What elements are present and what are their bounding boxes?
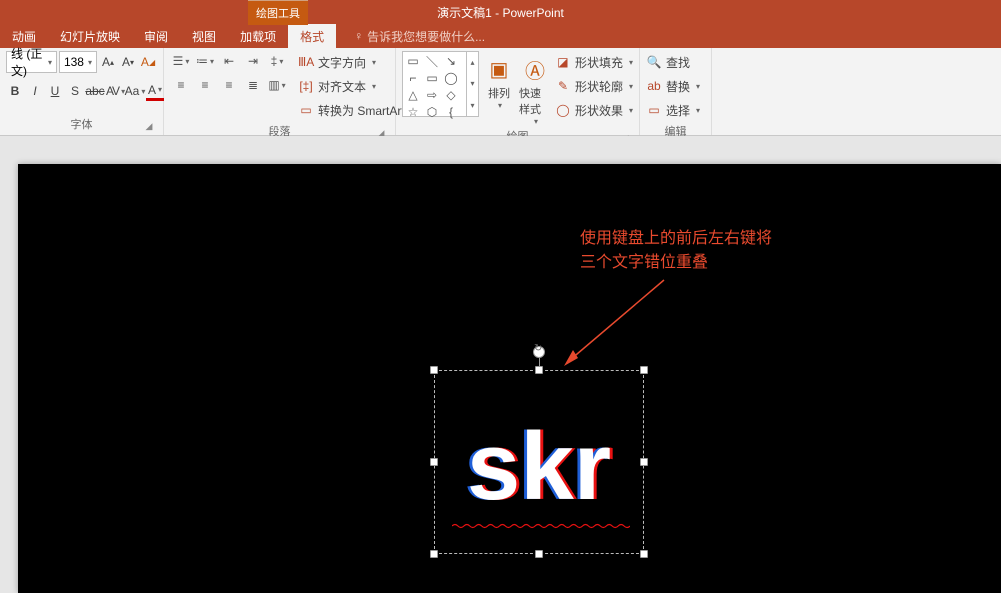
tab-review[interactable]: 审阅: [132, 23, 180, 50]
slide-canvas[interactable]: 使用键盘上的前后左右键将 三个文字错位重叠 ↻ skr skr: [18, 164, 1001, 593]
shape-arrow-icon[interactable]: ↘: [443, 54, 459, 68]
shape-connector-icon[interactable]: ⌐: [405, 71, 421, 85]
align-text-icon: [‡]: [298, 79, 314, 93]
shape-oval-icon[interactable]: ◯: [443, 71, 459, 85]
line-spacing-button[interactable]: ‡▾: [266, 51, 288, 71]
select-icon: ▭: [646, 103, 662, 117]
replace-button[interactable]: ab替换▾: [646, 75, 700, 97]
justify-button[interactable]: ≣: [242, 75, 264, 95]
tab-view[interactable]: 视图: [180, 23, 228, 50]
shadow-button[interactable]: S: [66, 81, 84, 101]
grow-font-button[interactable]: A▴: [99, 52, 117, 72]
font-color-button[interactable]: A▾: [146, 81, 164, 101]
selected-textbox[interactable]: ↻ skr skr skr: [434, 370, 644, 554]
group-font: 线 (正文)▾ 138▾ A▴ A▾ A◢ B I U S abc AV▾ Aa…: [0, 48, 164, 135]
shape-brace-icon[interactable]: {: [443, 105, 459, 119]
text-direction-icon: ⅢA: [298, 55, 314, 69]
bold-button[interactable]: B: [6, 81, 24, 101]
shape-rect-icon[interactable]: ▭: [424, 71, 440, 85]
align-center-button[interactable]: ≡: [194, 75, 216, 95]
shape-outline-button[interactable]: ✎形状轮廓▾: [555, 75, 633, 97]
replace-icon: ab: [646, 79, 662, 93]
group-editing: 🔍查找 ab替换▾ ▭选择▾ 编辑: [640, 48, 712, 135]
font-dialog-launcher[interactable]: ◢: [143, 121, 155, 133]
resize-handle-l[interactable]: [430, 458, 438, 466]
shrink-font-button[interactable]: A▾: [119, 52, 137, 72]
shape-effects-button[interactable]: ◯形状效果▾: [555, 99, 633, 121]
title-bar: 演示文稿1 - PowerPoint 绘图工具: [0, 0, 1001, 24]
annotation-arrow-icon: [564, 276, 674, 366]
text-layer-white: skr: [467, 413, 611, 520]
shape-line-icon[interactable]: ＼: [424, 54, 440, 68]
pen-icon: ✎: [555, 79, 571, 93]
shape-diamond-icon[interactable]: ◇: [443, 88, 459, 102]
window-title: 演示文稿1 - PowerPoint: [437, 4, 564, 21]
effects-icon: ◯: [555, 103, 571, 117]
shape-star-icon[interactable]: ☆: [405, 105, 421, 119]
resize-handle-tr[interactable]: [640, 366, 648, 374]
shapes-gallery[interactable]: ▭ ＼ ↘ ⌐ ▭ ◯ △ ⇨ ◇ ☆ ⬡ { ▴▾▾: [402, 51, 479, 117]
group-drawing: ▭ ＼ ↘ ⌐ ▭ ◯ △ ⇨ ◇ ☆ ⬡ { ▴▾▾ ▣ 排列▾ Ⓐ 快速样式…: [396, 48, 640, 135]
ribbon-tabs: 动画 幻灯片放映 审阅 视图 加载项 格式 ♀ 告诉我您想要做什么...: [0, 24, 1001, 48]
workspace: 使用键盘上的前后左右键将 三个文字错位重叠 ↻ skr skr: [0, 136, 1001, 593]
italic-button[interactable]: I: [26, 81, 44, 101]
font-size-combo[interactable]: 138▾: [59, 51, 97, 73]
resize-handle-tl[interactable]: [430, 366, 438, 374]
arrange-icon: ▣: [483, 53, 515, 85]
decrease-indent-button[interactable]: ⇤: [218, 51, 240, 71]
char-spacing-button[interactable]: AV▾: [106, 81, 124, 101]
bucket-icon: ◪: [555, 55, 571, 69]
align-left-button[interactable]: ≡: [170, 75, 192, 95]
annotation-text: 使用键盘上的前后左右键将 三个文字错位重叠: [580, 227, 772, 275]
tab-slideshow[interactable]: 幻灯片放映: [48, 23, 132, 50]
shapes-gallery-expand[interactable]: ▴▾▾: [466, 52, 478, 116]
search-icon: 🔍: [646, 55, 662, 69]
shape-right-arrow-icon[interactable]: ⇨: [424, 88, 440, 102]
resize-handle-bl[interactable]: [430, 550, 438, 558]
text-content[interactable]: skr skr skr: [454, 410, 624, 524]
strikethrough-button[interactable]: abc: [86, 81, 104, 101]
change-case-button[interactable]: Aa▾: [126, 81, 144, 101]
shape-fill-button[interactable]: ◪形状填充▾: [555, 51, 633, 73]
group-label-font: 字体◢: [6, 114, 157, 135]
underline-button[interactable]: U: [46, 81, 64, 101]
font-name-combo[interactable]: 线 (正文)▾: [6, 51, 57, 73]
resize-handle-br[interactable]: [640, 550, 648, 558]
select-button[interactable]: ▭选择▾: [646, 99, 700, 121]
numbering-button[interactable]: ≔▾: [194, 51, 216, 71]
contextual-tab-drawing-tools: 绘图工具: [248, 0, 308, 25]
columns-button[interactable]: ▥▾: [266, 75, 288, 95]
tab-addins[interactable]: 加载项: [228, 23, 288, 50]
tell-me-search[interactable]: ♀ 告诉我您想要做什么...: [354, 28, 485, 45]
resize-handle-r[interactable]: [640, 458, 648, 466]
group-paragraph: ☰▾ ≔▾ ⇤ ⇥ ‡▾ ≡ ≡ ≡ ≣ ▥▾ ⅢA文字方向▾ [‡]对齐文本▾…: [164, 48, 396, 135]
shape-textbox-icon[interactable]: ▭: [405, 54, 421, 68]
find-button[interactable]: 🔍查找: [646, 51, 700, 73]
rotation-icon: ↻: [534, 343, 542, 354]
ribbon: 线 (正文)▾ 138▾ A▴ A▾ A◢ B I U S abc AV▾ Aa…: [0, 48, 1001, 136]
shape-hexagon-icon[interactable]: ⬡: [424, 105, 440, 119]
lightbulb-icon: ♀: [354, 29, 363, 43]
arrange-button[interactable]: ▣ 排列▾: [483, 51, 515, 126]
resize-handle-t[interactable]: [535, 366, 543, 374]
spellcheck-underline: [452, 518, 630, 520]
clear-formatting-button[interactable]: A◢: [139, 52, 157, 72]
tell-me-placeholder: 告诉我您想要做什么...: [367, 28, 485, 45]
smartart-icon: ▭: [298, 103, 314, 117]
tab-format[interactable]: 格式: [288, 23, 336, 50]
bullets-button[interactable]: ☰▾: [170, 51, 192, 71]
shape-triangle-icon[interactable]: △: [405, 88, 421, 102]
quick-styles-icon: Ⓐ: [519, 53, 551, 85]
quick-styles-button[interactable]: Ⓐ 快速样式▾: [519, 51, 551, 126]
align-right-button[interactable]: ≡: [218, 75, 240, 95]
increase-indent-button[interactable]: ⇥: [242, 51, 264, 71]
resize-handle-b[interactable]: [535, 550, 543, 558]
